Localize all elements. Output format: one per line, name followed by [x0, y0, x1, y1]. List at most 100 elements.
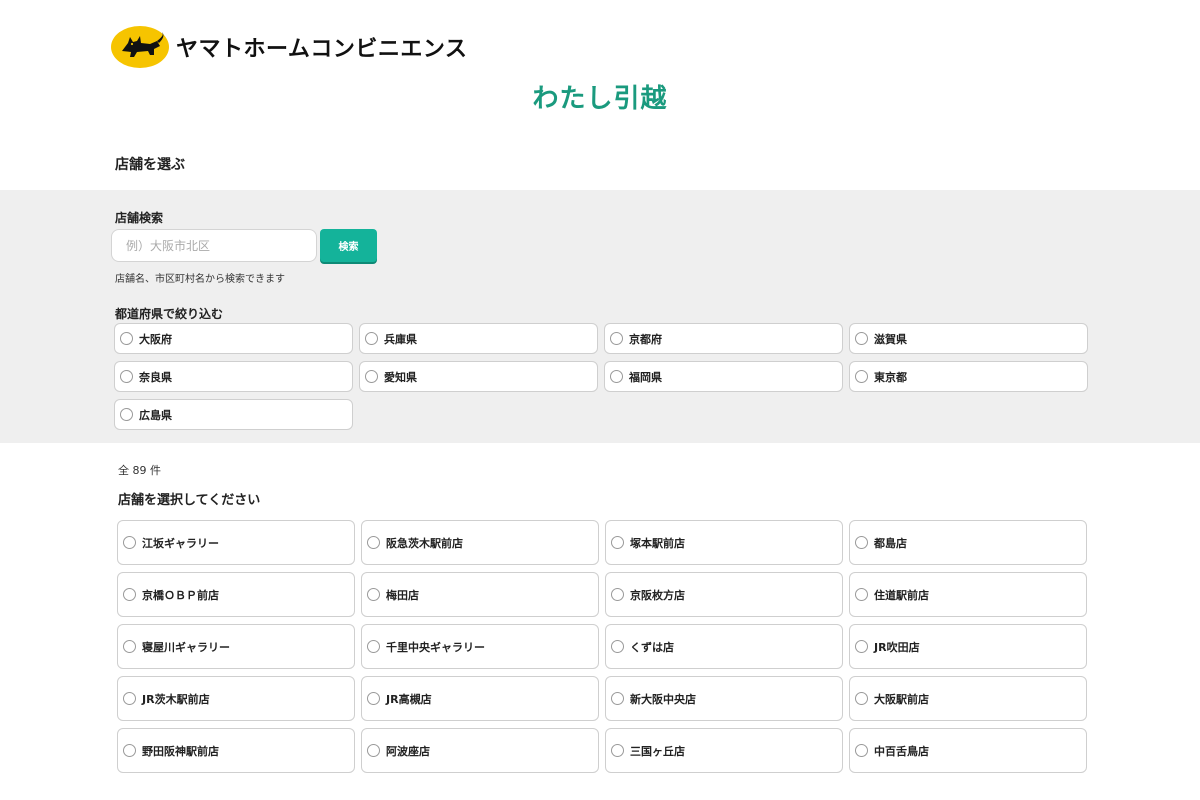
- radio-icon[interactable]: [123, 692, 136, 705]
- store-option[interactable]: JR茨木駅前店: [117, 676, 355, 721]
- store-name: 千里中央ギャラリー: [386, 640, 485, 654]
- yamato-cat-logo-icon[interactable]: [110, 25, 170, 69]
- store-option[interactable]: 千里中央ギャラリー: [361, 624, 599, 669]
- store-name: 住道駅前店: [874, 588, 929, 602]
- prefecture-option-shiga[interactable]: 滋賀県: [849, 323, 1088, 354]
- store-option[interactable]: 阪急茨木駅前店: [361, 520, 599, 565]
- result-count: 全 89 件: [118, 464, 161, 477]
- store-name: 塚本駅前店: [630, 536, 685, 550]
- store-name: 梅田店: [386, 588, 419, 602]
- store-option[interactable]: 三国ヶ丘店: [605, 728, 843, 773]
- store-search-label: 店舗検索: [115, 211, 164, 225]
- service-logo: わたし引越: [0, 78, 1200, 115]
- store-option[interactable]: JR吹田店: [849, 624, 1087, 669]
- radio-icon[interactable]: [120, 370, 133, 383]
- radio-icon[interactable]: [611, 640, 624, 653]
- radio-icon[interactable]: [855, 332, 868, 345]
- prefecture-option-kyoto[interactable]: 京都府: [604, 323, 843, 354]
- radio-icon[interactable]: [367, 640, 380, 653]
- store-option[interactable]: 野田阪神駅前店: [117, 728, 355, 773]
- prefecture-option-tokyo[interactable]: 東京都: [849, 361, 1088, 392]
- store-option[interactable]: 新大阪中央店: [605, 676, 843, 721]
- radio-icon[interactable]: [855, 692, 868, 705]
- store-option[interactable]: 阿波座店: [361, 728, 599, 773]
- prefecture-label: 兵庫県: [384, 332, 417, 346]
- store-search-input[interactable]: [111, 229, 317, 262]
- radio-icon[interactable]: [855, 640, 868, 653]
- store-name: JR茨木駅前店: [142, 692, 210, 706]
- service-name: わたし引越: [532, 84, 668, 114]
- store-name: 阪急茨木駅前店: [386, 536, 463, 550]
- prefecture-options: 大阪府 兵庫県 京都府 滋賀県 奈良県 愛知県 福岡県 東京都 広島県: [114, 323, 1088, 430]
- prefecture-label: 大阪府: [139, 332, 172, 346]
- store-option[interactable]: くずは店: [605, 624, 843, 669]
- store-select-title: 店舗を選択してください: [118, 493, 261, 508]
- store-option[interactable]: 京橋ＯＢＰ前店: [117, 572, 355, 617]
- search-button[interactable]: 検索: [320, 229, 377, 262]
- brand-name: ヤマトホームコンビニエンス: [176, 37, 468, 62]
- radio-icon[interactable]: [611, 744, 624, 757]
- store-option[interactable]: 江坂ギャラリー: [117, 520, 355, 565]
- prefecture-label: 滋賀県: [874, 332, 907, 346]
- store-name: 新大阪中央店: [630, 692, 696, 706]
- prefecture-label: 福岡県: [629, 370, 662, 384]
- store-name: JR高槻店: [386, 692, 432, 706]
- radio-icon[interactable]: [367, 588, 380, 601]
- store-option[interactable]: 中百舌鳥店: [849, 728, 1087, 773]
- prefecture-option-nara[interactable]: 奈良県: [114, 361, 353, 392]
- store-option[interactable]: 塚本駅前店: [605, 520, 843, 565]
- prefecture-label: 奈良県: [139, 370, 172, 384]
- store-name: JR吹田店: [874, 640, 920, 654]
- radio-icon[interactable]: [611, 536, 624, 549]
- store-name: 阿波座店: [386, 744, 430, 758]
- store-option[interactable]: 都島店: [849, 520, 1087, 565]
- store-name: 寝屋川ギャラリー: [142, 640, 230, 654]
- store-option[interactable]: JR高槻店: [361, 676, 599, 721]
- store-name: 三国ヶ丘店: [630, 744, 685, 758]
- radio-icon[interactable]: [123, 744, 136, 757]
- store-option[interactable]: 住道駅前店: [849, 572, 1087, 617]
- radio-icon[interactable]: [365, 370, 378, 383]
- prefecture-option-hyogo[interactable]: 兵庫県: [359, 323, 598, 354]
- radio-icon[interactable]: [611, 692, 624, 705]
- store-name: 京橋ＯＢＰ前店: [142, 588, 219, 602]
- radio-icon[interactable]: [855, 588, 868, 601]
- page-title: 店舗を選ぶ: [115, 157, 185, 173]
- radio-icon[interactable]: [610, 332, 623, 345]
- store-name: 中百舌鳥店: [874, 744, 929, 758]
- radio-icon[interactable]: [120, 332, 133, 345]
- radio-icon[interactable]: [367, 536, 380, 549]
- prefecture-filter-label: 都道府県で絞り込む: [115, 307, 224, 321]
- radio-icon[interactable]: [367, 744, 380, 757]
- radio-icon[interactable]: [611, 588, 624, 601]
- store-name: くずは店: [630, 640, 674, 654]
- radio-icon[interactable]: [855, 536, 868, 549]
- radio-icon[interactable]: [120, 408, 133, 421]
- radio-icon[interactable]: [123, 536, 136, 549]
- radio-icon[interactable]: [610, 370, 623, 383]
- store-option[interactable]: 寝屋川ギャラリー: [117, 624, 355, 669]
- store-option[interactable]: 梅田店: [361, 572, 599, 617]
- search-panel: 店舗検索 検索 店舗名、市区町村名から検索できます 都道府県で絞り込む 大阪府 …: [0, 190, 1200, 443]
- store-name: 都島店: [874, 536, 907, 550]
- site-header: ヤマトホームコンビニエンス: [110, 24, 467, 70]
- prefecture-option-fukuoka[interactable]: 福岡県: [604, 361, 843, 392]
- search-hint: 店舗名、市区町村名から検索できます: [115, 274, 285, 285]
- prefecture-label: 東京都: [874, 370, 907, 384]
- store-name: 京阪枚方店: [630, 588, 685, 602]
- prefecture-option-aichi[interactable]: 愛知県: [359, 361, 598, 392]
- prefecture-label: 愛知県: [384, 370, 417, 384]
- radio-icon[interactable]: [365, 332, 378, 345]
- store-name: 大阪駅前店: [874, 692, 929, 706]
- radio-icon[interactable]: [855, 370, 868, 383]
- prefecture-option-hiroshima[interactable]: 広島県: [114, 399, 353, 430]
- store-option[interactable]: 大阪駅前店: [849, 676, 1087, 721]
- radio-icon[interactable]: [367, 692, 380, 705]
- prefecture-option-osaka[interactable]: 大阪府: [114, 323, 353, 354]
- store-list: 江坂ギャラリー 阪急茨木駅前店 塚本駅前店 都島店 京橋ＯＢＰ前店 梅田店 京阪…: [117, 520, 1087, 773]
- store-option[interactable]: 京阪枚方店: [605, 572, 843, 617]
- radio-icon[interactable]: [123, 640, 136, 653]
- radio-icon[interactable]: [855, 744, 868, 757]
- store-name: 野田阪神駅前店: [142, 744, 219, 758]
- radio-icon[interactable]: [123, 588, 136, 601]
